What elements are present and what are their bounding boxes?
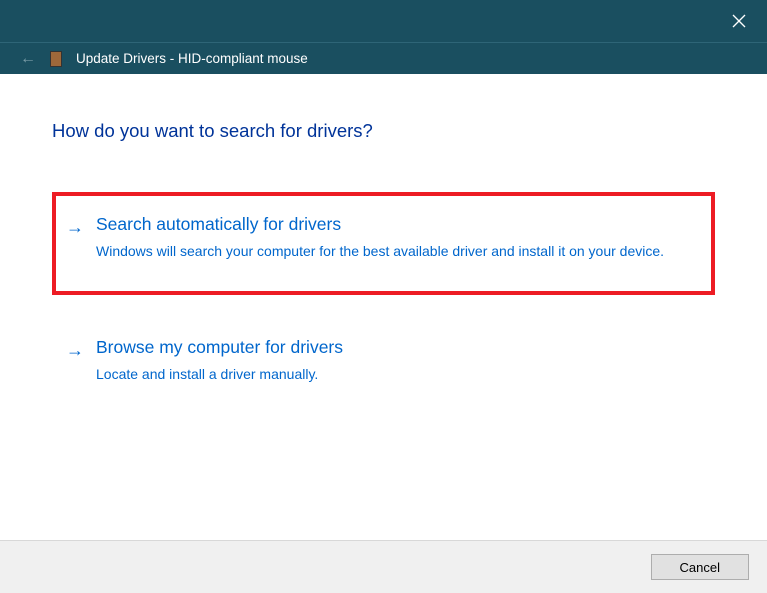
content-area: How do you want to search for drivers? →… bbox=[0, 74, 767, 419]
option-search-automatically[interactable]: → Search automatically for drivers Windo… bbox=[52, 192, 715, 295]
option-description: Windows will search your computer for th… bbox=[96, 241, 697, 261]
option-description: Locate and install a driver manually. bbox=[96, 364, 697, 384]
option-title: Search automatically for drivers bbox=[96, 214, 697, 235]
header-strip: ← Update Drivers - HID-compliant mouse bbox=[0, 42, 767, 74]
title-bar bbox=[0, 0, 767, 42]
cancel-button[interactable]: Cancel bbox=[651, 554, 749, 580]
option-text: Search automatically for drivers Windows… bbox=[96, 214, 697, 261]
close-icon bbox=[732, 14, 746, 28]
footer: Cancel bbox=[0, 540, 767, 593]
option-text: Browse my computer for drivers Locate an… bbox=[96, 337, 697, 384]
option-title: Browse my computer for drivers bbox=[96, 337, 697, 358]
arrow-right-icon: → bbox=[66, 337, 84, 384]
close-button[interactable] bbox=[723, 5, 755, 37]
option-browse-computer[interactable]: → Browse my computer for drivers Locate … bbox=[52, 315, 715, 418]
page-title: How do you want to search for drivers? bbox=[52, 120, 715, 142]
arrow-right-icon: → bbox=[66, 214, 84, 261]
device-icon bbox=[50, 51, 62, 67]
back-arrow-icon: ← bbox=[20, 50, 36, 68]
header-title: Update Drivers - HID-compliant mouse bbox=[76, 51, 308, 66]
